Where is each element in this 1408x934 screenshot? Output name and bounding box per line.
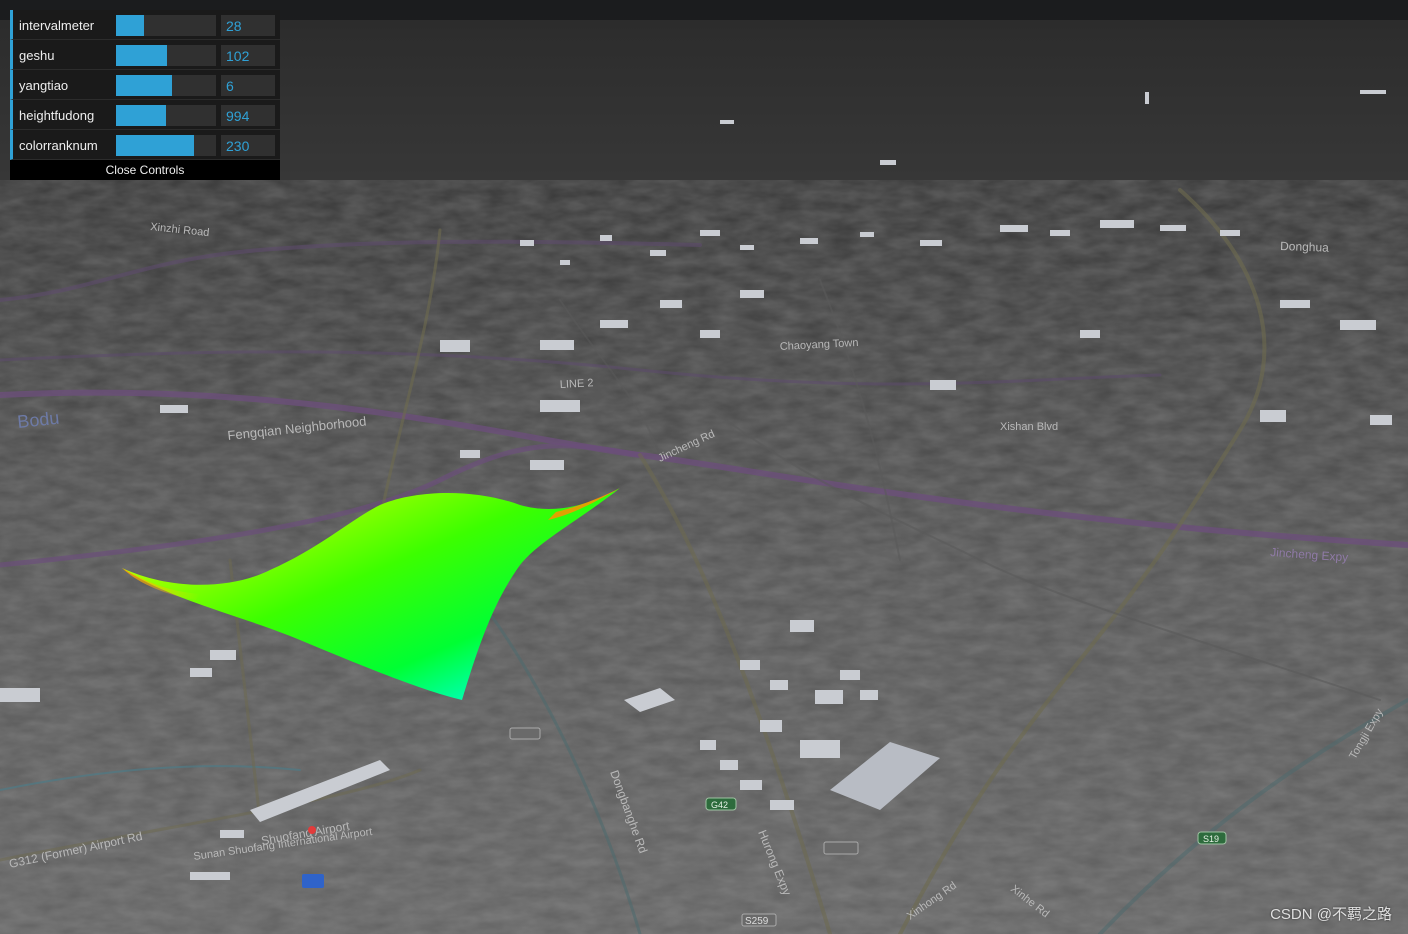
map-label: Xishan Blvd [1000, 421, 1058, 433]
control-label: heightfudong [19, 108, 95, 123]
control-row-geshu: geshu [10, 40, 280, 70]
map-label: S19 [1203, 834, 1219, 844]
airport-marker [308, 826, 316, 834]
heightfudong-input[interactable] [221, 105, 275, 126]
control-row-yangtiao: yangtiao [10, 70, 280, 100]
map-label: S259 [745, 916, 769, 927]
controls-panel: intervalmeter geshu yangtiao heightfudon… [10, 10, 280, 180]
colorranknum-slider[interactable] [116, 135, 216, 156]
colorranknum-input[interactable] [221, 135, 275, 156]
control-label: colorranknum [19, 138, 98, 153]
watermark: CSDN @不羁之路 [1270, 906, 1392, 923]
geshu-slider[interactable] [116, 45, 216, 66]
airport-icon [302, 874, 324, 888]
yangtiao-input[interactable] [221, 75, 275, 96]
close-controls-button[interactable]: Close Controls [10, 160, 280, 180]
intervalmeter-input[interactable] [221, 15, 275, 36]
yangtiao-slider[interactable] [116, 75, 216, 96]
control-label: geshu [19, 48, 55, 63]
intervalmeter-slider[interactable] [116, 15, 216, 36]
map-label: G42 [711, 800, 728, 810]
control-label: intervalmeter [19, 18, 95, 33]
control-row-heightfudong: heightfudong [10, 100, 280, 130]
map-label: Donghua [1280, 239, 1329, 255]
heightfudong-slider[interactable] [116, 105, 216, 126]
control-row-colorranknum: colorranknum [10, 130, 280, 160]
map-label: LINE 2 [560, 377, 594, 391]
geshu-input[interactable] [221, 45, 275, 66]
control-row-intervalmeter: intervalmeter [10, 10, 280, 40]
control-label: yangtiao [19, 78, 69, 93]
